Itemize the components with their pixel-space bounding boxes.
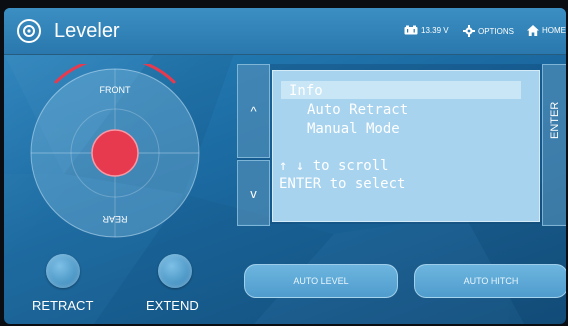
gear-icon [463,25,475,37]
auto-level-button[interactable]: AUTO LEVEL [244,264,398,298]
leveler-screen: Leveler 13.39 V OPTIONS HOME FRONT REAR … [4,8,566,324]
options-label: OPTIONS [478,26,515,36]
menu-item-info[interactable]: Info [289,82,323,100]
enter-button[interactable]: ENTER [542,64,566,226]
down-arrow-icon: v [250,185,257,201]
menu-item-manual-mode[interactable]: Manual Mode [307,120,400,138]
home-button[interactable]: HOME [527,25,566,36]
battery-icon [404,25,418,35]
auto-level-label: AUTO LEVEL [293,276,349,286]
enter-label: ENTER [549,101,561,139]
auto-hitch-button[interactable]: AUTO HITCH [414,264,566,298]
rear-label: REAR [102,214,128,224]
retract-button[interactable] [46,254,80,288]
auto-hitch-label: AUTO HITCH [463,276,519,286]
app-title: Leveler [54,20,120,42]
level-indicator-pad: FRONT REAR [30,64,200,238]
menu-hint-scroll: ↑ ↓ to scroll [279,158,389,174]
battery-voltage: 13.39 V [421,25,449,35]
up-arrow-icon: ^ [250,103,257,119]
retract-label: RETRACT [32,298,94,313]
menu-item-auto-retract[interactable]: Auto Retract [307,101,408,119]
home-label: HOME [542,26,566,35]
title-bar: Leveler 13.39 V OPTIONS HOME [4,8,566,55]
scroll-down-button[interactable]: v [237,160,270,226]
menu-display: Info Auto Retract Manual Mode ↑ ↓ to scr… [272,70,540,222]
scroll-up-button[interactable]: ^ [237,64,270,158]
home-icon [527,25,539,36]
menu-hint-select: ENTER to select [279,176,406,192]
extend-button[interactable] [158,254,192,288]
front-label: FRONT [100,85,131,95]
battery-status: 13.39 V [404,25,449,35]
level-target-icon [17,19,41,43]
options-button[interactable]: OPTIONS [463,25,514,37]
extend-label: EXTEND [146,298,199,313]
